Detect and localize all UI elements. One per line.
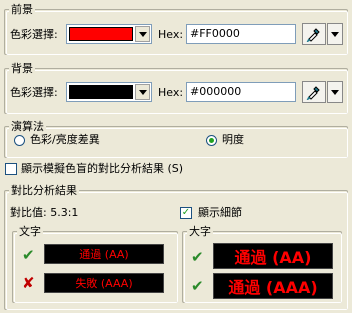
background-hex-label: Hex: (158, 86, 184, 99)
radio-luminosity-label[interactable]: 明度 (222, 133, 244, 147)
eyedropper-icon (306, 28, 320, 42)
text-group-title: 文字 (17, 225, 43, 238)
large-text-group-title: 大字 (187, 225, 213, 238)
background-swatch (69, 85, 133, 99)
foreground-hex-input[interactable]: #FF0000 (186, 24, 296, 44)
foreground-hex-label: Hex: (158, 28, 184, 41)
foreground-swatch (69, 27, 133, 41)
eyedropper-icon (306, 86, 320, 100)
check-icon: ✔ (191, 277, 204, 295)
check-icon: ✔ (22, 246, 35, 264)
large-pass-aa: 通過 (AA) (213, 243, 333, 269)
chevron-down-icon[interactable] (135, 84, 150, 100)
background-more-button[interactable] (327, 81, 343, 103)
show-details-checkbox[interactable]: ✓ (180, 207, 192, 219)
chevron-down-icon (331, 89, 339, 95)
foreground-color-label: 色彩選擇: (10, 28, 58, 41)
radio-color-brightness[interactable] (14, 135, 25, 146)
radio-luminosity[interactable] (206, 135, 217, 146)
foreground-more-button[interactable] (327, 23, 343, 45)
radio-color-brightness-label[interactable]: 色彩/亮度差異 (30, 133, 100, 147)
results-title: 對比分析結果 (9, 184, 79, 197)
background-title: 背景 (9, 62, 35, 75)
background-picker-button[interactable] (302, 81, 326, 103)
chevron-down-icon[interactable] (135, 26, 150, 42)
algorithm-title: 演算法 (9, 120, 46, 133)
foreground-picker-button[interactable] (302, 23, 326, 45)
colorblind-label[interactable]: 顯示模擬色盲的對比分析結果 (S) (21, 162, 183, 176)
background-hex-input[interactable]: #000000 (186, 82, 296, 102)
show-details-label[interactable]: 顯示細節 (198, 206, 242, 220)
large-pass-aaa: 通過 (AAA) (213, 273, 333, 299)
background-color-label: 色彩選擇: (10, 86, 58, 99)
foreground-title: 前景 (9, 3, 35, 16)
cross-icon: ✘ (22, 274, 35, 292)
colorblind-checkbox[interactable] (5, 163, 17, 175)
background-color-select[interactable] (66, 82, 152, 102)
text-fail-aaa: 失敗 (AAA) (44, 273, 164, 293)
chevron-down-icon (331, 31, 339, 37)
text-pass-aa: 通過 (AA) (44, 244, 164, 264)
contrast-ratio: 對比值: 5.3:1 (10, 206, 79, 219)
foreground-color-select[interactable] (66, 24, 152, 44)
check-icon: ✔ (191, 248, 204, 266)
